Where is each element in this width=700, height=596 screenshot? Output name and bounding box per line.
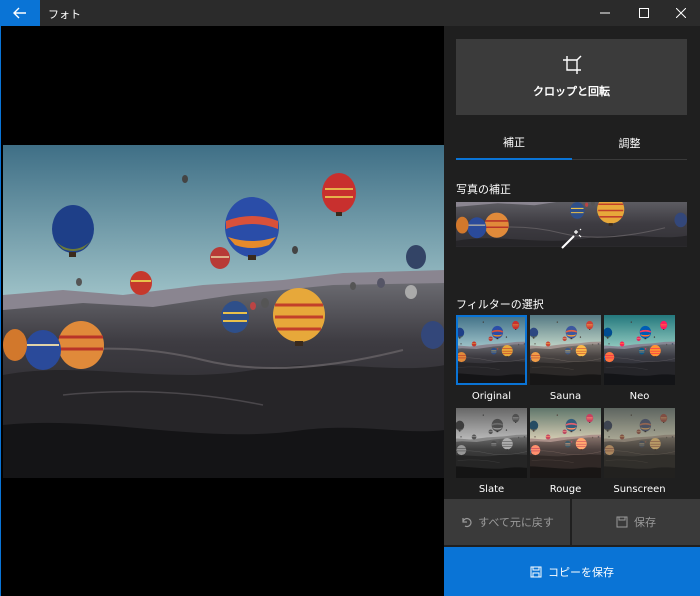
crop-rotate-button[interactable]: クロップと回転 [456, 39, 687, 115]
filter-sauna[interactable]: Sauna [530, 315, 601, 402]
save-copy-icon [530, 566, 542, 577]
tab-enhance[interactable]: 補正 [456, 126, 572, 160]
magic-wand-icon [561, 228, 582, 249]
save-label: 保存 [634, 516, 656, 529]
back-arrow-icon [13, 7, 26, 19]
title-bar: フォト [0, 0, 700, 26]
filter-slate[interactable]: Slate [456, 408, 527, 495]
back-button[interactable] [0, 0, 40, 26]
filters-heading: フィルターの選択 [456, 298, 544, 311]
close-icon [676, 8, 686, 18]
minimize-button[interactable] [585, 0, 625, 26]
filter-label: Sunscreen [613, 484, 666, 495]
minimize-icon [600, 12, 610, 14]
edit-tabs: 補正 調整 [456, 126, 687, 160]
maximize-button[interactable] [624, 0, 664, 26]
save-icon [616, 516, 628, 528]
photo-preview [3, 145, 445, 478]
filter-label: Rouge [549, 484, 582, 495]
filter-label: Sauna [549, 391, 582, 402]
crop-rotate-label: クロップと回転 [533, 85, 610, 98]
filter-sunscreen[interactable]: Sunscreen [604, 408, 675, 495]
filter-original[interactable]: Original [456, 315, 527, 402]
app-title: フォト [48, 8, 81, 21]
reset-all-label: すべて元に戻す [478, 516, 554, 529]
enhance-photo-button[interactable] [456, 202, 687, 276]
reset-all-button[interactable]: すべて元に戻す [444, 499, 570, 545]
undo-icon [462, 517, 472, 528]
filter-neo[interactable]: Neo [604, 315, 675, 402]
filter-label: Neo [629, 391, 650, 402]
crop-icon [562, 55, 581, 74]
filter-label: Original [471, 391, 512, 402]
save-copy-button[interactable]: コピーを保存 [444, 547, 700, 596]
filter-rouge[interactable]: Rouge [530, 408, 601, 495]
save-copy-label: コピーを保存 [548, 565, 614, 579]
enhance-heading: 写真の補正 [456, 183, 511, 196]
save-button[interactable]: 保存 [572, 499, 700, 545]
maximize-icon [639, 8, 649, 18]
close-button[interactable] [661, 0, 700, 26]
tab-adjust[interactable]: 調整 [572, 126, 687, 160]
filter-label: Slate [478, 484, 505, 495]
edit-panel: クロップと回転 補正 調整 写真の補正 フィルターの選択 Original Sa… [444, 26, 700, 596]
photo-canvas [0, 26, 444, 596]
